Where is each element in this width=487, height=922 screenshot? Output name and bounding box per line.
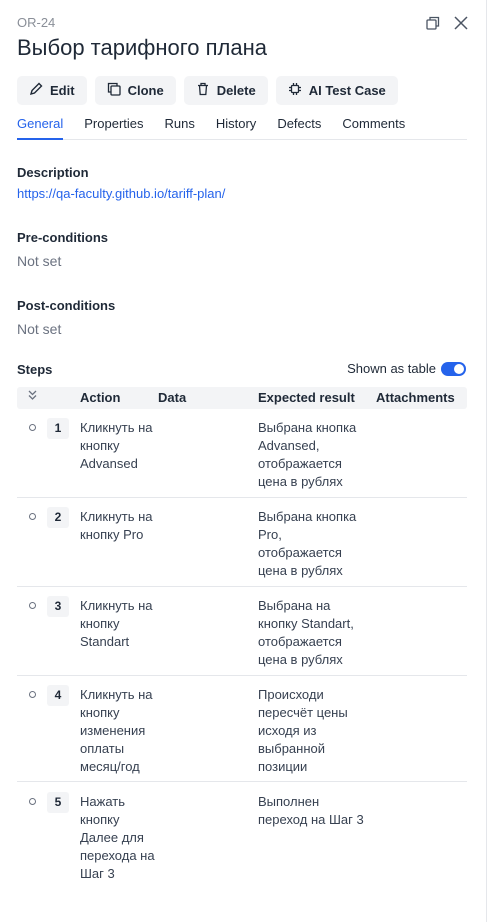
step-bullet-icon <box>29 513 36 520</box>
action-toolbar: Edit Clone Delete AI Test Case <box>17 76 398 105</box>
tab-runs[interactable]: Runs <box>165 114 195 140</box>
step-bullet-icon <box>29 691 36 698</box>
clone-button[interactable]: Clone <box>94 76 176 105</box>
postconditions-value: Not set <box>17 321 62 337</box>
postconditions-label: Post-conditions <box>17 298 116 313</box>
step-number: 2 <box>47 507 69 528</box>
step-row[interactable]: 5 Нажать кнопку Далее для перехода на Ша… <box>17 792 467 884</box>
step-bullet-icon <box>29 602 36 609</box>
chip-icon <box>288 82 302 99</box>
delete-label: Delete <box>216 83 256 98</box>
step-action: Кликнуть на кнопку Advansed <box>80 420 153 471</box>
tab-bar: General Properties Runs History Defects … <box>17 114 467 140</box>
delete-button[interactable]: Delete <box>183 76 268 105</box>
step-bullet-icon <box>29 798 36 805</box>
tab-comments[interactable]: Comments <box>342 114 405 140</box>
step-expected: Выбрана кнопка Pro, отображается цена в … <box>258 509 357 578</box>
tab-history[interactable]: History <box>216 114 256 140</box>
description-label: Description <box>17 165 89 180</box>
clone-label: Clone <box>127 83 164 98</box>
tab-defects[interactable]: Defects <box>277 114 321 140</box>
open-window-icon[interactable] <box>424 14 442 32</box>
table-view-toggle-group: Shown as table <box>347 361 466 376</box>
column-expected: Expected result <box>258 390 355 405</box>
description-link[interactable]: https://qa-faculty.github.io/tariff-plan… <box>17 186 225 201</box>
test-case-panel: OR-24 Выбор тарифного плана Edit Clone D… <box>0 0 487 922</box>
page-title: Выбор тарифного плана <box>17 35 268 60</box>
step-number: 4 <box>47 685 69 706</box>
copy-icon <box>107 82 121 99</box>
preconditions-label: Pre-conditions <box>17 230 109 245</box>
ai-test-case-button[interactable]: AI Test Case <box>275 76 398 105</box>
step-number: 3 <box>47 596 69 617</box>
step-action: Кликнуть на кнопку изменения оплаты меся… <box>80 687 153 774</box>
step-action: Нажать кнопку Далее для перехода на Шаг … <box>80 794 155 881</box>
preconditions-value: Not set <box>17 253 62 269</box>
table-view-toggle[interactable] <box>441 361 466 376</box>
close-icon[interactable] <box>452 14 470 32</box>
column-attachments: Attachments <box>376 390 455 405</box>
step-action: Кликнуть на кнопку Standart <box>80 598 153 649</box>
ai-label: AI Test Case <box>308 83 386 98</box>
collapse-all-icon[interactable] <box>27 389 38 404</box>
step-row[interactable]: 3 Кликнуть на кнопку Standart Выбрана на… <box>17 596 467 676</box>
step-action: Кликнуть на кнопку Pro <box>80 509 153 542</box>
trash-icon <box>196 82 210 99</box>
step-expected: Выбрана кнопка Advansed, отображается це… <box>258 420 357 489</box>
tab-properties[interactable]: Properties <box>84 114 143 140</box>
steps-label: Steps <box>17 362 53 377</box>
step-number: 5 <box>47 792 69 813</box>
column-data: Data <box>158 390 187 405</box>
edit-label: Edit <box>50 83 75 98</box>
edit-button[interactable]: Edit <box>17 76 87 105</box>
step-number: 1 <box>47 418 69 439</box>
step-row[interactable]: 4 Кликнуть на кнопку изменения оплаты ме… <box>17 685 467 782</box>
step-row[interactable]: 1 Кликнуть на кнопку Advansed Выбрана кн… <box>17 418 467 498</box>
step-expected: Выполнен переход на Шаг 3 <box>258 794 364 827</box>
tab-general[interactable]: General <box>17 114 64 140</box>
column-action: Action <box>80 390 121 405</box>
step-expected: Выбрана на кнопку Standart, отображается… <box>258 598 354 667</box>
toggle-label: Shown as table <box>347 361 436 376</box>
step-bullet-icon <box>29 424 36 431</box>
case-id: OR-24 <box>17 15 56 30</box>
step-row[interactable]: 2 Кликнуть на кнопку Pro Выбрана кнопка … <box>17 507 467 587</box>
pencil-icon <box>29 82 43 99</box>
steps-table-header: Action Data Expected result Attachments <box>17 387 467 409</box>
step-expected: Происходи пересчёт цены исходя из выбран… <box>258 687 348 774</box>
panel-controls <box>424 14 470 32</box>
